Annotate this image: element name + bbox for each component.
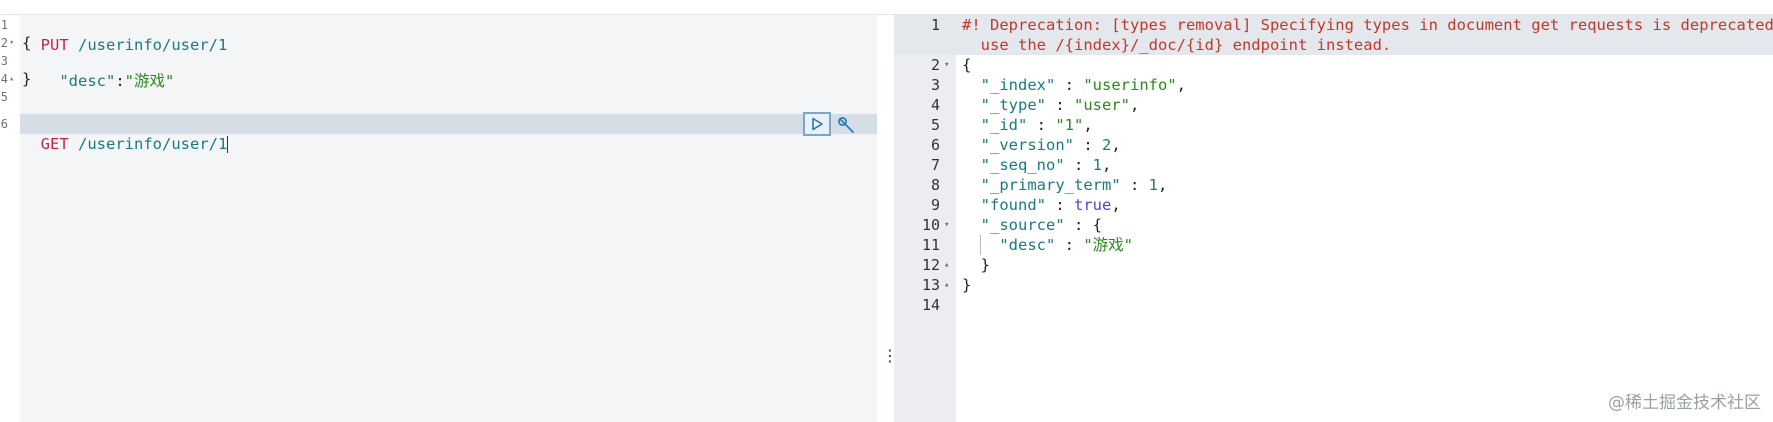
code-line[interactable]: }: [22, 69, 31, 89]
json-field-row: "_id" : "1",: [980, 116, 1093, 134]
fold-toggle-icon[interactable]: ▴: [9, 69, 14, 89]
line-number: 1: [930, 16, 940, 34]
deprecation-warning-cont: use the /{index}/_doc/{id} endpoint inst…: [962, 36, 1392, 54]
http-method: GET: [40, 135, 69, 153]
text-cursor: [227, 136, 229, 153]
json-field-row: "_primary_term" : 1,: [980, 176, 1168, 194]
fold-toggle-icon[interactable]: ▴: [944, 255, 949, 275]
line-number: 1: [0, 18, 8, 32]
json-close-brace: }: [980, 256, 991, 274]
json-open-brace: {: [962, 56, 972, 74]
line-number: 6: [0, 117, 8, 131]
json-field-row: "found" : true,: [980, 196, 1121, 214]
line-number: 3: [0, 54, 8, 68]
fold-toggle-icon[interactable]: ▾: [944, 55, 949, 75]
line-number: 8: [930, 176, 940, 194]
line-number: 14: [921, 296, 940, 314]
code-line[interactable]: {: [22, 33, 31, 53]
wrench-icon: [838, 117, 854, 133]
play-icon: [812, 117, 823, 131]
deprecation-warning: #! Deprecation: [types removal] Specifyi…: [962, 16, 1773, 34]
line-number: 4: [0, 72, 8, 86]
json-field-row: "_source" : {: [980, 216, 1102, 234]
line-number: 7: [930, 156, 940, 174]
line-number: 5: [0, 90, 8, 104]
line-number: 5: [930, 116, 940, 134]
top-toolbar-strip: [0, 0, 1773, 15]
line-number: 11: [921, 236, 940, 254]
line-number: 10: [921, 216, 940, 234]
line-number: 3: [930, 76, 940, 94]
json-value: "游戏": [124, 72, 175, 90]
json-key: "desc": [40, 72, 116, 90]
json-field-row: "_version" : 2,: [980, 136, 1121, 154]
line-number: 9: [930, 196, 940, 214]
fold-toggle-icon[interactable]: ▾: [944, 215, 949, 235]
line-number: 13: [921, 276, 940, 294]
send-request-button[interactable]: [803, 112, 831, 136]
json-field-row: "desc" : "游戏": [999, 236, 1133, 254]
json-field-row: "_index" : "userinfo",: [980, 76, 1186, 94]
code-line[interactable]: "desc":"游戏": [22, 51, 174, 90]
line-number: 12: [921, 256, 940, 274]
json-field-row: "_type" : "user",: [980, 96, 1140, 114]
json-close-brace: }: [962, 276, 972, 294]
request-path: /userinfo/user/1: [68, 135, 228, 153]
request-settings-button[interactable]: [835, 114, 857, 136]
line-number: 2: [0, 36, 8, 50]
watermark: @稀土掘金技术社区: [1608, 393, 1761, 413]
request-line-get[interactable]: GET /userinfo/user/1: [22, 114, 229, 153]
json-sep: :: [115, 72, 125, 90]
line-number: 6: [930, 136, 940, 154]
line-number: 4: [930, 96, 940, 114]
line-number: 2: [930, 56, 940, 74]
fold-toggle-icon[interactable]: ▾: [9, 33, 14, 53]
fold-toggle-icon[interactable]: ▴: [944, 275, 949, 295]
request-line-put[interactable]: PUT /userinfo/user/1: [22, 15, 228, 54]
json-field-row: "_seq_no" : 1,: [980, 156, 1112, 174]
